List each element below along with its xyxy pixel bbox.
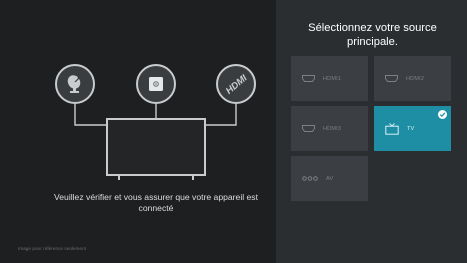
source-tile-hdmi1[interactable]: HDMI1 — [291, 56, 368, 101]
source-tile-label: HDMI2 — [406, 75, 425, 82]
reference-footnote: Image pour référence seulement — [18, 246, 87, 251]
source-tile-label: HDMI3 — [323, 125, 342, 132]
source-tile-hdmi3[interactable]: HDMI3 — [291, 106, 368, 151]
selected-check-icon — [438, 110, 447, 119]
source-tile-label: AV — [326, 175, 334, 182]
hdmi-port-icon — [385, 75, 398, 82]
tv-stand-left — [118, 176, 120, 180]
tv-illustration — [106, 118, 206, 176]
source-tile-hdmi2[interactable]: HDMI2 — [374, 56, 451, 101]
hdmi-icon: HDMI — [216, 64, 256, 104]
connection-info-pane: HDMI Veuillez vérifier et vous assurer q… — [0, 0, 276, 263]
connection-instruction: Veuillez vérifier et vous assurer que vo… — [54, 192, 258, 213]
set-top-box-icon — [136, 64, 176, 104]
source-tile-label: TV — [407, 125, 415, 132]
tv-stand-right — [192, 176, 194, 180]
hdmi-port-icon — [302, 125, 315, 132]
source-tile-label: HDMI1 — [323, 75, 342, 82]
source-tile-av[interactable]: AV — [291, 156, 368, 201]
tv-icon — [385, 122, 399, 135]
connection-illustration: HDMI — [0, 0, 276, 190]
hdmi-glyph: HDMI — [224, 73, 249, 97]
source-setup-screen: HDMI Veuillez vérifier et vous assurer q… — [0, 0, 467, 263]
satellite-dish-icon — [55, 64, 95, 104]
source-tile-tv[interactable]: TV — [374, 106, 451, 151]
av-jacks-icon — [302, 176, 318, 181]
source-selection-title: Sélectionnez votre source principale. — [308, 22, 437, 48]
hdmi-port-icon — [302, 75, 315, 82]
